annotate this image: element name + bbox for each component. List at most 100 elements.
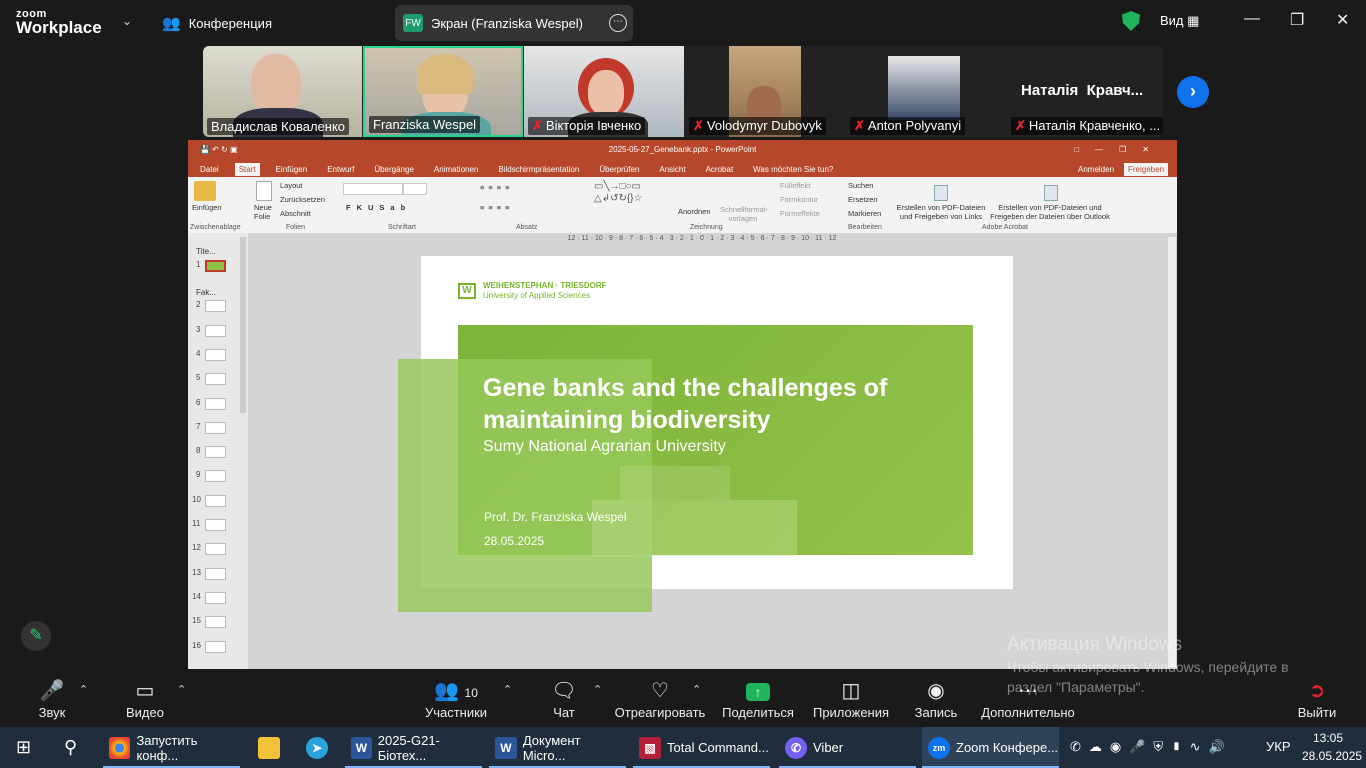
participants-button[interactable]: 👥 10 Участники [420,679,492,720]
taskbar-item-viber[interactable]: ✆ Viber [779,727,916,768]
ppt-window-controls[interactable]: □—❐✕ [1074,140,1165,160]
more-options-icon[interactable]: ⋯ [609,14,627,32]
system-tray-icons[interactable]: ✆☁◉🎤⛨▮∿🔊 [1070,739,1233,755]
shapes-gallery[interactable]: ▭╲→□○▭ △↲↺↻{}☆ [594,181,672,221]
chevron-down-icon[interactable]: ⌄ [122,14,132,28]
tab-ueberpruefen[interactable]: Überprüfen [595,163,643,176]
slide-thumbnail[interactable] [205,349,226,361]
create-pdf-outlook-button[interactable]: Erstellen von PDF-Dateien und Freigeben … [988,203,1112,221]
video-tile-active-speaker[interactable]: Franziska Wespel [363,46,523,137]
record-button[interactable]: ◉ Запись [910,679,962,720]
screen-share-indicator[interactable]: FW Экран (Franziska Wespel) ⋯ [395,5,633,41]
slide-thumbnail[interactable] [205,495,226,507]
paste-icon[interactable] [194,181,216,201]
slide-thumbnail[interactable] [205,398,226,410]
security-shield-icon[interactable] [1122,11,1140,31]
slide-thumbnail[interactable] [205,300,226,312]
tab-einfuegen[interactable]: Einfügen [272,163,312,176]
slide-thumbnail[interactable] [205,592,226,604]
slide-thumbnail[interactable] [205,446,226,458]
shape-outline-button[interactable]: Formkontur [780,195,818,204]
paste-button[interactable]: Einfügen [192,203,222,212]
meeting-info-button[interactable]: 👥 Конференция [162,14,272,32]
share-link[interactable]: Freigeben [1124,163,1169,176]
taskbar-item-explorer[interactable] [252,727,286,768]
font-size-input[interactable] [403,183,427,195]
tab-acrobat[interactable]: Acrobat [702,163,738,176]
video-tile[interactable]: ✗ Anton Polyvanyi [846,46,1006,137]
vertical-scrollbar[interactable] [1168,237,1176,667]
align-buttons[interactable]: ≡≡≡≡ [480,203,514,212]
video-tile[interactable]: ✗ Volodymyr Dubovyk [685,46,845,137]
taskbar-item-word1[interactable]: W 2025-G21-Біотех... [345,727,482,768]
slide-thumbnail[interactable] [205,568,226,580]
windows-start-icon[interactable]: ⊞ [10,727,31,768]
tab-ansicht[interactable]: Ansicht [655,163,689,176]
tell-me-search[interactable]: Was möchten Sie tun? [749,163,837,176]
slide-thumbnail[interactable] [205,543,226,555]
shape-effects-button[interactable]: Formeffekte [780,209,820,218]
language-indicator[interactable]: УКР [1266,739,1291,754]
font-format-buttons[interactable]: FKUSab [346,203,411,212]
close-icon[interactable]: ✕ [1336,10,1349,30]
tab-datei[interactable]: Datei [196,163,223,176]
taskbar-item-total-commander[interactable]: ▧ Total Command... [633,727,770,768]
share-screen-button[interactable]: ↑ Поделиться [722,679,794,720]
video-tile[interactable]: Владислав Коваленко [203,46,362,137]
section-label[interactable]: Tite... [196,247,216,256]
taskbar-item-word2[interactable]: W Документ Micro... [489,727,626,768]
slide-thumbnail[interactable] [205,641,226,653]
react-caret-icon[interactable]: ⌃ [692,683,701,696]
taskbar-item-telegram[interactable]: ➤ [300,727,334,768]
select-button[interactable]: Markieren [848,209,881,218]
tab-start[interactable]: Start [234,163,260,176]
new-slide-button[interactable]: Neue Folie [254,203,278,221]
shape-fill-button[interactable]: Fülleffekt [780,181,810,190]
apps-button[interactable]: ◫ Приложения [812,679,890,720]
taskbar-item-zoom[interactable]: zm Zoom Конфере... [922,727,1059,768]
chat-button[interactable]: 🗨 Чат [546,679,582,720]
replace-button[interactable]: Ersetzen [848,195,878,204]
tab-uebergaenge[interactable]: Übergänge [370,163,418,176]
reset-button[interactable]: Zurücksetzen [280,195,325,204]
thumbnail-scrollbar[interactable] [240,237,246,413]
slide-thumbnail[interactable] [205,373,226,385]
ppt-save-icon[interactable]: 💾 ↶ ↻ ▣ [200,140,238,160]
maximize-icon[interactable]: ❐ [1290,10,1304,30]
arrange-button[interactable]: Anordnen [678,207,711,216]
slide-thumbnail[interactable] [205,325,226,337]
clock-time[interactable]: 13:05 [1313,731,1343,745]
clock-date[interactable]: 28.05.2025 [1302,749,1362,763]
tab-entwurf[interactable]: Entwurf [323,163,358,176]
create-pdf-links-button[interactable]: Erstellen von PDF-Dateien und Freigeben … [896,203,986,221]
audio-options-caret-icon[interactable]: ⌃ [79,683,88,696]
slide-thumbnail[interactable] [205,519,226,531]
new-slide-icon[interactable] [256,181,272,201]
quick-styles-button[interactable]: Schnellformat-vorlagen [720,205,768,223]
slide-thumbnail[interactable] [205,422,226,434]
minimize-icon[interactable]: — [1244,10,1260,28]
tab-bildschirmpraesentation[interactable]: Bildschirmpräsentation [494,163,583,176]
signin-link[interactable]: Anmelden [1074,163,1118,176]
video-tile-no-video[interactable]: Наталія Кравч... ✗ Наталія Кравченко, ... [1007,46,1163,137]
slide-thumbnail[interactable] [205,260,226,272]
slide-thumbnail[interactable] [205,470,226,482]
section-label[interactable]: Fak... [196,288,216,297]
video-options-caret-icon[interactable]: ⌃ [177,683,186,696]
next-page-arrow-icon[interactable]: › [1177,76,1209,108]
video-tile[interactable]: ✗ Вікторія Івченко [524,46,684,137]
section-button[interactable]: Abschnitt [280,209,311,218]
font-name-input[interactable] [343,183,403,195]
layout-button[interactable]: Layout [280,181,303,190]
participants-caret-icon[interactable]: ⌃ [503,683,512,696]
audio-button[interactable]: 🎤 Звук [28,679,76,720]
taskbar-item-chrome[interactable]: Запустить конф... [103,727,240,768]
annotate-pen-icon[interactable]: ✎ [21,621,51,651]
tab-animationen[interactable]: Animationen [430,163,482,176]
chat-caret-icon[interactable]: ⌃ [593,683,602,696]
search-icon[interactable]: ⚲ [58,727,77,768]
slide-thumbnail[interactable] [205,616,226,628]
find-button[interactable]: Suchen [848,181,873,190]
paragraph-buttons[interactable]: ≡≡≡≡ [480,183,514,192]
view-button[interactable]: Вид ▦ [1160,13,1199,29]
